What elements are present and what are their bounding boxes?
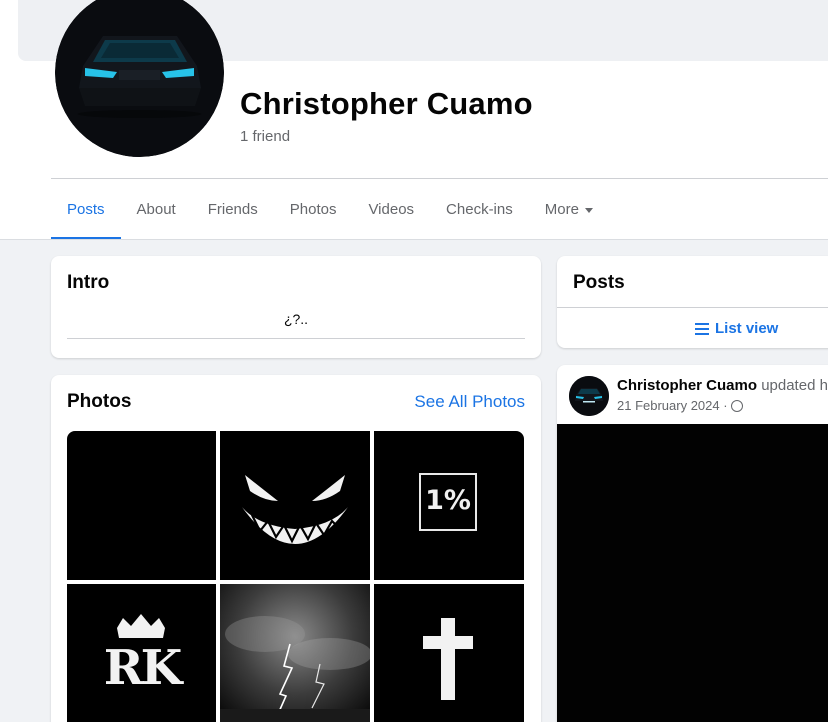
tab-label: Check-ins (446, 200, 513, 218)
list-icon (695, 322, 709, 335)
see-all-photos-link[interactable]: See All Photos (414, 392, 525, 412)
friends-count-link[interactable]: 1 friend (240, 128, 290, 145)
cross-icon (423, 618, 473, 700)
profile-header: Christopher Cuamo 1 friend Posts About F… (0, 0, 828, 240)
tab-label: About (136, 200, 176, 218)
truck-avatar-image (569, 376, 609, 416)
post-card: Christopher Cuamo updated his 21 Februar… (557, 365, 828, 722)
tab-photos[interactable]: Photos (274, 179, 353, 239)
list-view-label: List view (715, 320, 779, 337)
tab-videos[interactable]: Videos (352, 179, 430, 239)
caret-down-icon (584, 207, 593, 213)
intro-title: Intro (67, 272, 110, 293)
tab-check-ins[interactable]: Check-ins (430, 179, 529, 239)
profile-avatar[interactable] (55, 0, 224, 157)
tab-label: Videos (368, 200, 415, 218)
one-percent-text: 1% (425, 485, 471, 516)
grinning-face-image (242, 475, 348, 544)
list-view-button[interactable]: List view (695, 320, 778, 337)
posts-title: Posts (573, 272, 625, 293)
photo-thumbnail[interactable] (220, 584, 370, 722)
rk-logo-text: RK (103, 640, 183, 696)
intro-card: Intro ¿?.. (51, 256, 541, 358)
intro-divider (67, 338, 525, 339)
post-action-text: updated his (761, 377, 828, 394)
photo-thumbnail[interactable]: RK (67, 584, 216, 722)
posts-divider (557, 307, 828, 308)
intro-bio: ¿?.. (283, 311, 309, 327)
profile-tabs: Posts About Friends Photos Videos Check-… (51, 179, 609, 240)
tab-friends[interactable]: Friends (192, 179, 274, 239)
post-meta: 21 February 2024 · (617, 398, 743, 413)
photos-title: Photos (67, 391, 132, 412)
globe-icon (730, 399, 743, 412)
header-bottom-border (0, 239, 828, 240)
photos-card: Photos See All Photos 1% RK (51, 375, 541, 722)
truck-avatar-image (55, 0, 224, 157)
tab-label: Posts (67, 200, 105, 218)
photo-thumbnail[interactable]: 1% (374, 431, 524, 580)
tab-more[interactable]: More (529, 179, 609, 239)
post-author-avatar[interactable] (569, 376, 609, 416)
photo-thumbnail[interactable] (374, 584, 524, 722)
tab-label: More (544, 200, 579, 218)
lightning-storm-image (220, 584, 370, 722)
profile-name: Christopher Cuamo (240, 86, 533, 121)
photos-grid: 1% RK (67, 431, 524, 722)
tab-label: Friends (207, 200, 258, 218)
post-author-name[interactable]: Christopher Cuamo (617, 377, 757, 394)
post-date[interactable]: 21 February 2024 · (617, 398, 728, 413)
tab-label: Photos (289, 200, 337, 218)
photo-thumbnail[interactable] (220, 431, 370, 580)
posts-header-card: Posts List view (557, 256, 828, 348)
post-image[interactable] (557, 424, 828, 722)
post-header-text: Christopher Cuamo updated his (617, 377, 828, 394)
photo-thumbnail[interactable] (67, 431, 216, 580)
tab-about[interactable]: About (121, 179, 192, 239)
tab-posts[interactable]: Posts (51, 179, 121, 240)
